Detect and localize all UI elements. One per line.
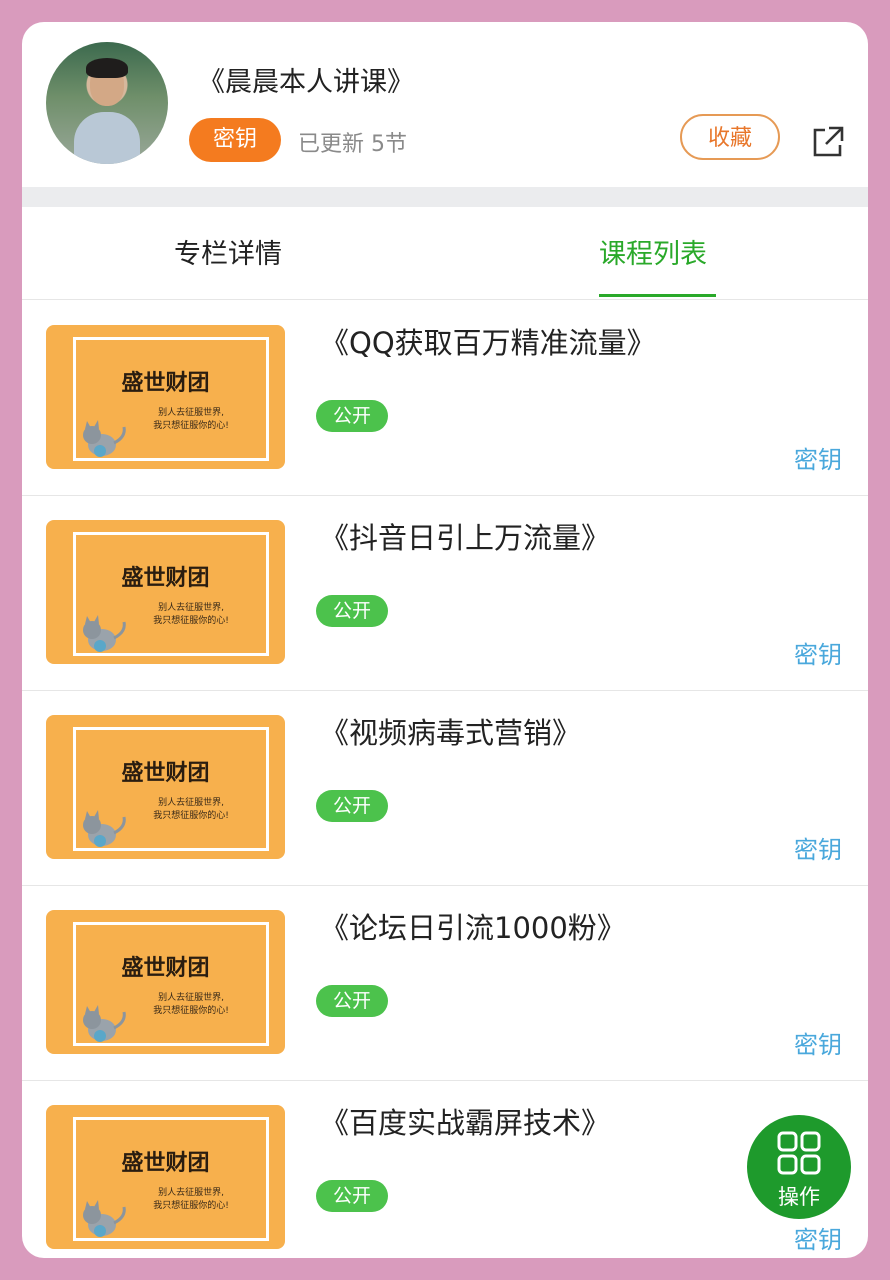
thumbnail-brand: 盛世财团 xyxy=(121,370,210,396)
action-fab-button[interactable]: 操作 xyxy=(747,1115,851,1219)
tab-course-list[interactable]: 课程列表 xyxy=(599,232,707,271)
cat-illustration-icon xyxy=(83,1200,126,1237)
update-status: 已更新 5节 xyxy=(298,132,407,157)
cat-illustration-icon xyxy=(83,810,126,847)
thumbnail-brand: 盛世财团 xyxy=(121,955,210,981)
course-row[interactable]: 盛世财团 别人去征服世界, 我只想征服你的心! 《抖音日引上万流量》 公开 密钥 xyxy=(22,495,868,691)
cat-illustration-icon xyxy=(83,1005,126,1042)
public-badge: 公开 xyxy=(316,595,388,627)
thumbnail-brand: 盛世财团 xyxy=(121,760,210,786)
course-row[interactable]: 盛世财团 别人去征服世界, 我只想征服你的心! 《百度实战霸屏技术》 公开 密钥 xyxy=(22,1080,868,1258)
course-title[interactable]: 《百度实战霸屏技术》 xyxy=(320,1100,610,1142)
course-title[interactable]: 《抖音日引上万流量》 xyxy=(320,515,610,557)
public-badge: 公开 xyxy=(316,400,388,432)
thumbnail-brand: 盛世财团 xyxy=(121,565,210,591)
favorite-button[interactable]: 收藏 xyxy=(680,114,780,160)
section-separator xyxy=(22,187,868,207)
cat-illustration-icon xyxy=(83,420,126,457)
thumbnail-brand: 盛世财团 xyxy=(121,1150,210,1176)
public-badge: 公开 xyxy=(316,790,388,822)
course-row[interactable]: 盛世财团 别人去征服世界, 我只想征服你的心! 《QQ获取百万精准流量》 公开 密… xyxy=(22,300,868,496)
grid-icon xyxy=(777,1131,821,1175)
thumbnail-slogan: 别人去征服世界, 我只想征服你的心! xyxy=(153,1188,229,1211)
course-thumbnail: 盛世财团 别人去征服世界, 我只想征服你的心! xyxy=(46,910,285,1054)
active-tab-indicator xyxy=(599,294,716,297)
tab-column-details[interactable]: 专栏详情 xyxy=(174,232,282,271)
content-card: 《晨晨本人讲课》 密钥 已更新 5节 收藏 专栏详情 课程列表 盛世财团 别人去… xyxy=(22,22,868,1258)
key-badge: 密钥 xyxy=(189,118,281,162)
avatar[interactable] xyxy=(46,42,168,164)
course-row[interactable]: 盛世财团 别人去征服世界, 我只想征服你的心! 《论坛日引流1000粉》 公开 密… xyxy=(22,885,868,1081)
course-row[interactable]: 盛世财团 别人去征服世界, 我只想征服你的心! 《视频病毒式营销》 公开 密钥 xyxy=(22,690,868,886)
column-title: 《晨晨本人讲课》 xyxy=(198,67,414,98)
thumbnail-slogan: 别人去征服世界, 我只想征服你的心! xyxy=(153,798,229,821)
course-key-link[interactable]: 密钥 xyxy=(794,440,842,475)
fab-label: 操作 xyxy=(778,1185,820,1209)
course-thumbnail: 盛世财团 别人去征服世界, 我只想征服你的心! xyxy=(46,520,285,664)
course-key-link[interactable]: 密钥 xyxy=(794,1220,842,1255)
thumbnail-slogan: 别人去征服世界, 我只想征服你的心! xyxy=(153,408,229,431)
public-badge: 公开 xyxy=(316,985,388,1017)
course-thumbnail: 盛世财团 别人去征服世界, 我只想征服你的心! xyxy=(46,1105,285,1249)
thumbnail-slogan: 别人去征服世界, 我只想征服你的心! xyxy=(153,603,229,626)
course-title[interactable]: 《论坛日引流1000粉》 xyxy=(320,905,626,947)
course-title[interactable]: 《QQ获取百万精准流量》 xyxy=(320,320,656,362)
course-key-link[interactable]: 密钥 xyxy=(794,1025,842,1060)
course-thumbnail: 盛世财团 别人去征服世界, 我只想征服你的心! xyxy=(46,715,285,859)
course-key-link[interactable]: 密钥 xyxy=(794,635,842,670)
course-title[interactable]: 《视频病毒式营销》 xyxy=(320,710,581,752)
public-badge: 公开 xyxy=(316,1180,388,1212)
course-thumbnail: 盛世财团 别人去征服世界, 我只想征服你的心! xyxy=(46,325,285,469)
course-key-link[interactable]: 密钥 xyxy=(794,830,842,865)
thumbnail-slogan: 别人去征服世界, 我只想征服你的心! xyxy=(153,993,229,1016)
share-external-icon[interactable] xyxy=(810,124,846,160)
cat-illustration-icon xyxy=(83,615,126,652)
